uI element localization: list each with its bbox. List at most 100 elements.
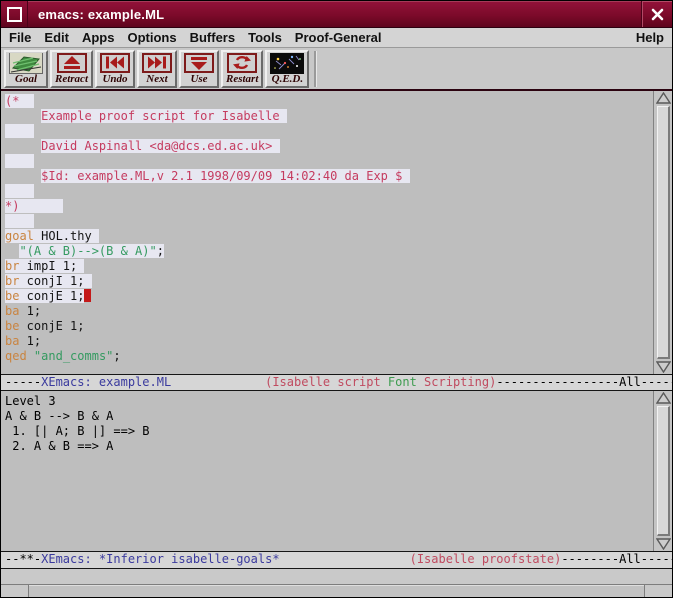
goal-button[interactable]: Goal (4, 50, 48, 88)
modeline-dash: ----- (5, 375, 41, 389)
menu-item-file[interactable]: File (9, 30, 31, 45)
token-plain: conjI 1; (19, 274, 91, 288)
token-plain: ; (157, 244, 164, 258)
token-string: "(A & B)-->(B & A)" (19, 244, 156, 258)
xemacs-window: emacs: example.ML File Edit Apps Options Buf… (0, 0, 673, 598)
menu-item-tools[interactable]: Tools (248, 30, 282, 45)
scroll-up-arrow-icon[interactable] (656, 391, 671, 405)
processed-region-span (5, 154, 34, 168)
processed-region-span (5, 124, 34, 138)
processed-region-span: br impI 1; (5, 259, 84, 273)
restart-cycle-icon (227, 53, 257, 73)
qed-fireworks-icon (270, 53, 304, 74)
use-button[interactable]: Use (179, 50, 219, 88)
script-line[interactable]: br impI 1; (5, 259, 653, 274)
line-indent (5, 139, 41, 153)
menu-items: File Edit Apps Options Buffers Tools Proof-Gen… (1, 30, 636, 45)
restart-button[interactable]: Restart (221, 50, 263, 88)
script-line[interactable] (5, 124, 653, 139)
script-line[interactable]: be conjE 1; (5, 319, 653, 334)
window-title: emacs: example.ML (28, 1, 641, 27)
script-line[interactable]: qed "and_comms"; (5, 349, 653, 364)
text-cursor (84, 289, 91, 302)
token-plain: 1; (19, 334, 41, 348)
goals-buffer[interactable]: Level 3A & B --> B & A 1. [| A; B |] ==>… (1, 391, 653, 551)
script-line[interactable]: *) (5, 199, 653, 214)
token-plain: ; (113, 349, 120, 363)
processed-region-span: (* (5, 94, 34, 108)
scrollbar-thumb[interactable] (657, 106, 670, 359)
modeline-mode-red: (Isabelle proofstate) (410, 552, 562, 566)
script-line[interactable]: goal HOL.thy (5, 229, 653, 244)
token-comment: (* (5, 94, 34, 108)
retract-button[interactable]: Retract (50, 50, 93, 88)
token-plain (5, 214, 34, 228)
goals-line: A & B --> B & A (5, 409, 653, 424)
script-line[interactable] (5, 214, 653, 229)
menu-item-help[interactable]: Help (636, 30, 672, 45)
hscroll-left-box[interactable] (1, 585, 29, 597)
script-modeline: -----XEmacs: example.ML (Isabelle script… (1, 374, 672, 391)
processed-region-span: $Id: example.ML,v 2.1 1998/09/09 14:02:4… (41, 169, 409, 183)
token-plain (27, 349, 34, 363)
script-scrollbar[interactable] (653, 91, 672, 374)
script-line[interactable]: $Id: example.ML,v 2.1 1998/09/09 14:02:4… (5, 169, 653, 184)
unprocessed-span: qed "and_comms"; (5, 349, 121, 363)
modeline-buffer: XEmacs: example.ML (41, 375, 171, 389)
scroll-down-arrow-icon[interactable] (656, 360, 671, 374)
script-buffer[interactable]: (* Example proof script for Isabelle Dav… (1, 91, 653, 374)
script-line[interactable]: "(A & B)-->(B & A)"; (5, 244, 653, 259)
token-keyword: be (5, 289, 19, 303)
hscroll-right-box[interactable] (644, 585, 672, 597)
toolbar-button-label: Goal (15, 74, 37, 86)
next-button[interactable]: Next (137, 50, 177, 88)
menubar: File Edit Apps Options Buffers Tools Proof-Gen… (1, 28, 672, 48)
script-line[interactable]: be conjE 1; (5, 289, 653, 304)
token-keyword: qed (5, 349, 27, 363)
modeline-mode-green: Font (388, 375, 417, 389)
token-plain: conjE 1; (19, 319, 84, 333)
scroll-up-arrow-icon[interactable] (656, 91, 671, 105)
script-line[interactable] (5, 184, 653, 199)
scroll-down-arrow-icon[interactable] (656, 537, 671, 551)
horizontal-scrollbar[interactable] (1, 584, 672, 597)
token-plain: conjE 1; (19, 289, 84, 303)
undo-button[interactable]: Undo (95, 50, 135, 88)
goals-scrollbar[interactable] (653, 391, 672, 551)
qed-button[interactable]: Q.E.D. (265, 50, 309, 88)
token-comment: David Aspinall <da@dcs.ed.ac.uk> (41, 139, 279, 153)
script-line[interactable]: br conjI 1; (5, 274, 653, 289)
line-indent (5, 109, 41, 123)
menu-item-proof-general[interactable]: Proof-General (295, 30, 382, 45)
script-line[interactable]: David Aspinall <da@dcs.ed.ac.uk> (5, 139, 653, 154)
minibuffer[interactable] (1, 569, 672, 584)
goals-modeline: --**-XEmacs: *Inferior isabelle-goals* (… (1, 551, 672, 569)
token-plain (5, 124, 34, 138)
retract-eject-up-icon (57, 53, 87, 73)
script-line[interactable]: ba 1; (5, 304, 653, 319)
modeline-mode-red: (Isabelle script (265, 375, 388, 389)
scrollbar-thumb[interactable] (657, 406, 670, 536)
modeline-dash: --------All--------- (561, 552, 672, 566)
window-titlebar[interactable]: emacs: example.ML (1, 1, 672, 28)
token-plain (5, 154, 34, 168)
menu-item-apps[interactable]: Apps (82, 30, 115, 45)
goals-line: Level 3 (5, 394, 653, 409)
unprocessed-span: ba 1; (5, 304, 41, 318)
close-button[interactable] (641, 1, 672, 27)
menu-item-edit[interactable]: Edit (44, 30, 69, 45)
modeline-dash (280, 552, 410, 566)
menu-item-options[interactable]: Options (127, 30, 176, 45)
script-line[interactable]: ba 1; (5, 334, 653, 349)
hscroll-track[interactable] (29, 585, 644, 597)
script-line[interactable]: Example proof script for Isabelle (5, 109, 653, 124)
processed-region-span: Example proof script for Isabelle (41, 109, 287, 123)
token-keyword: be (5, 319, 19, 333)
menu-item-buffers[interactable]: Buffers (190, 30, 236, 45)
script-line[interactable]: (* (5, 94, 653, 109)
script-line[interactable] (5, 154, 653, 169)
token-comment: *) (5, 199, 63, 213)
goal-picture-icon (9, 53, 43, 74)
window-menu-button[interactable] (1, 1, 28, 27)
token-comment: $Id: example.ML,v 2.1 1998/09/09 14:02:4… (41, 169, 409, 183)
